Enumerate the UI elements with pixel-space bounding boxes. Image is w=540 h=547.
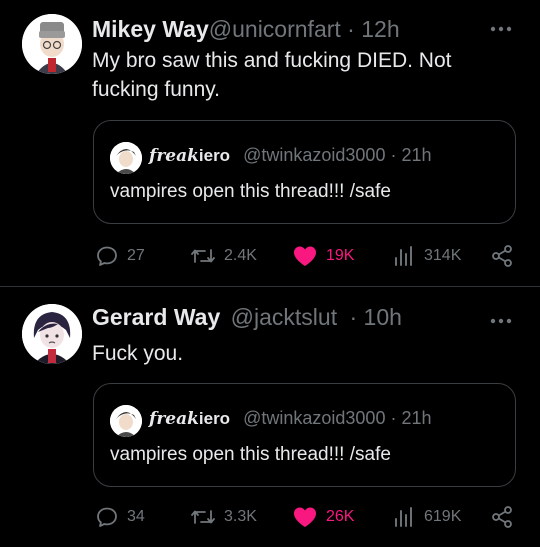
user-handle[interactable]: @unicornfart xyxy=(209,16,341,42)
separator-dot: · xyxy=(349,304,358,330)
more-icon[interactable] xyxy=(488,24,514,34)
quote-separator: · xyxy=(390,408,397,428)
views-count: 314K xyxy=(424,247,462,264)
share-button[interactable] xyxy=(490,505,514,529)
reply-icon xyxy=(97,246,117,266)
quote-text: vampires open this thread!!! /safe xyxy=(110,444,391,465)
like-count: 26K xyxy=(326,508,355,525)
share-icon xyxy=(492,245,512,267)
more-icon[interactable] xyxy=(488,316,514,326)
avatar[interactable] xyxy=(22,304,82,364)
quote-display-name: freakiero xyxy=(149,409,231,429)
quote-handle: @twinkazoid3000 xyxy=(243,145,386,165)
reply-button[interactable]: 27 xyxy=(95,244,145,268)
reply-icon xyxy=(97,507,117,527)
views-button[interactable]: 314K xyxy=(392,244,461,268)
retweet-button[interactable]: 2.4K xyxy=(190,244,257,268)
reply-count: 27 xyxy=(127,247,145,264)
quote-header: freakiero @twinkazoid3000 · 21h xyxy=(149,144,432,167)
separator-dot: · xyxy=(347,16,355,42)
retweet-button[interactable]: 3.3K xyxy=(190,505,257,529)
quote-name-rest: iero xyxy=(198,409,231,428)
avatar[interactable] xyxy=(22,14,82,74)
tweet-text: My bro saw this and fucking DIED. Not fu… xyxy=(92,49,452,101)
quote-avatar xyxy=(110,142,142,174)
retweet-icon xyxy=(191,249,215,263)
like-button[interactable]: 19K xyxy=(292,244,354,268)
quote-avatar xyxy=(110,405,142,437)
reply-count: 34 xyxy=(127,508,145,525)
quote-display-name: freakiero xyxy=(149,146,231,166)
share-button[interactable] xyxy=(490,244,514,268)
heart-icon xyxy=(294,507,316,527)
quoted-tweet[interactable]: freakiero @twinkazoid3000 · 21h vampires … xyxy=(93,383,516,487)
quote-name-script: freak xyxy=(149,409,199,429)
timestamp[interactable]: 10h xyxy=(364,304,402,330)
timestamp[interactable]: 12h xyxy=(361,16,399,42)
quote-timestamp: 21h xyxy=(401,408,432,428)
views-icon xyxy=(395,507,412,527)
quote-name-script: freak xyxy=(149,146,199,166)
like-button[interactable]: 26K xyxy=(292,505,354,529)
quoted-tweet[interactable]: freakiero @twinkazoid3000 · 21h vampires … xyxy=(93,120,516,224)
quote-handle: @twinkazoid3000 xyxy=(243,408,386,428)
retweet-count: 2.4K xyxy=(224,247,257,264)
quote-header: freakiero @twinkazoid3000 · 21h xyxy=(149,407,432,430)
retweet-count: 3.3K xyxy=(224,508,257,525)
tweet[interactable]: Gerard Way @jacktslut · 10h Fuck you. fr… xyxy=(0,287,540,547)
quote-name-rest: iero xyxy=(198,146,231,165)
user-handle[interactable]: @jacktslut xyxy=(231,304,337,330)
tweet[interactable]: Mikey Way@unicornfart · 12h My bro saw t… xyxy=(0,0,540,286)
reply-button[interactable]: 34 xyxy=(95,505,145,529)
views-button[interactable]: 619K xyxy=(392,505,461,529)
tweet-header: Gerard Way @jacktslut · 10h xyxy=(92,303,402,331)
display-name[interactable]: Mikey Way xyxy=(92,16,209,42)
share-icon xyxy=(492,506,512,528)
display-name[interactable]: Gerard Way xyxy=(92,304,220,330)
quote-text: vampires open this thread!!! /safe xyxy=(110,181,391,202)
heart-icon xyxy=(294,246,316,266)
views-count: 619K xyxy=(424,508,462,525)
quote-separator: · xyxy=(390,145,397,165)
like-count: 19K xyxy=(326,247,355,264)
quote-timestamp: 21h xyxy=(401,145,432,165)
retweet-icon xyxy=(191,510,215,524)
views-icon xyxy=(395,246,412,266)
tweet-text: Fuck you. xyxy=(92,342,184,365)
tweet-header: Mikey Way@unicornfart · 12h xyxy=(92,15,400,43)
action-bar: 27 2.4K 19K 314K xyxy=(0,244,540,270)
action-bar: 34 3.3K 26K 619K xyxy=(0,505,540,531)
